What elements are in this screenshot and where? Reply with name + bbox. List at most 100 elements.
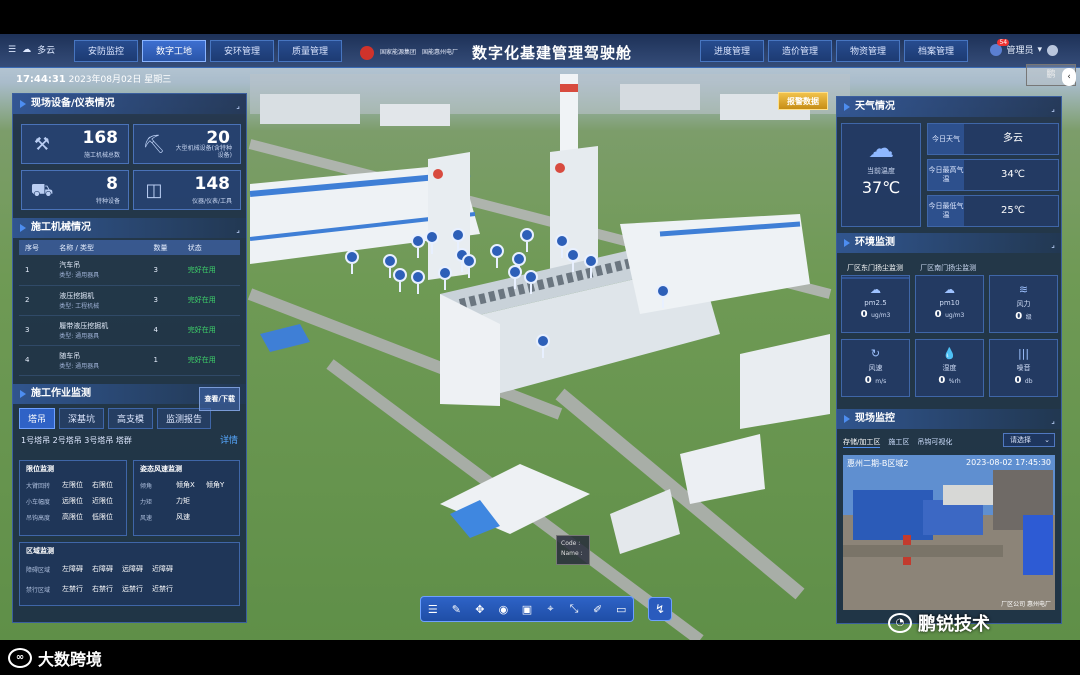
zone-val: 远障碍 xyxy=(122,565,143,573)
device-marker[interactable] xyxy=(411,270,425,294)
row-status: 完好在用 xyxy=(181,315,240,346)
org-group: 国家能源集团 xyxy=(380,48,417,56)
detail-link[interactable]: 详情 xyxy=(220,433,238,446)
settings-icon[interactable] xyxy=(1047,45,1058,56)
stat-instruments[interactable]: ◫ 148 仪器/仪表/工具 xyxy=(133,170,241,210)
env-value: 0 ug/m3 xyxy=(916,309,983,320)
zone-val: 远禁行 xyxy=(122,585,143,593)
user-menu[interactable]: 54 管理员 ▾ xyxy=(990,38,1042,56)
posture-key: 力矩 xyxy=(140,498,153,506)
letterbox-top xyxy=(0,0,1080,34)
tab-archive[interactable]: 档案管理 xyxy=(904,40,968,62)
measure-icon[interactable]: ⤡ xyxy=(565,602,583,616)
device-marker[interactable] xyxy=(566,248,580,272)
device-marker[interactable] xyxy=(536,334,550,358)
device-marker[interactable] xyxy=(462,254,476,278)
device-marker[interactable] xyxy=(383,254,397,278)
route-icon[interactable]: ↯ xyxy=(648,597,672,621)
device-marker[interactable] xyxy=(584,254,598,278)
posture-monitor-box: 姿态风速监测 倾角 倾角X 倾角Y 力矩 力矩 风速 风速 xyxy=(133,460,240,536)
tab-progress[interactable]: 进度管理 xyxy=(700,40,764,62)
notification-badge: 54 xyxy=(997,38,1010,46)
truck-icon: ⛟ xyxy=(30,180,54,201)
corner-icon: ⌟ xyxy=(1051,416,1055,425)
device-marker[interactable] xyxy=(411,234,425,258)
limit-val: 低限位 xyxy=(92,513,113,521)
tab-digital-site[interactable]: 数字工地 xyxy=(142,40,206,62)
tab-construction-area[interactable]: 施工区 xyxy=(888,437,909,448)
tab-cost[interactable]: 造价管理 xyxy=(768,40,832,62)
chevron-down-icon: ⌄ xyxy=(1044,436,1050,444)
crane-list-text[interactable]: 1号塔吊 2号塔吊 3号塔吊 塔群 xyxy=(21,436,132,445)
row-no: 4 xyxy=(19,345,54,376)
stat-large-equipment[interactable]: ⛏ 20 大型机械设备(含特种设备) xyxy=(133,124,241,164)
frame-icon[interactable]: ▣ xyxy=(518,603,536,616)
stat-machinery-total[interactable]: ⚒ 168 施工机械总数 xyxy=(21,124,129,164)
limit-key: 大臂回转 xyxy=(26,482,51,490)
device-marker[interactable] xyxy=(345,250,359,274)
device-marker[interactable] xyxy=(524,270,538,294)
device-marker[interactable] xyxy=(520,228,534,252)
limit-row: 吊钩高度 高限位 低限位 xyxy=(20,509,126,525)
tab-materials[interactable]: 物资管理 xyxy=(836,40,900,62)
tab-hook-visual[interactable]: 吊钩可视化 xyxy=(917,437,952,448)
device-marker[interactable] xyxy=(393,268,407,292)
user-name: 管理员 xyxy=(1006,46,1034,56)
tab-deep-pit[interactable]: 深基坑 xyxy=(59,408,105,429)
datetime: 17:44:31 2023年08月02日 星期三 xyxy=(16,72,171,85)
collapse-arrow-icon[interactable]: ‹ xyxy=(1062,68,1076,86)
gauge-icon: ◫ xyxy=(145,180,163,201)
table-row[interactable]: 2 液压挖掘机 类型: 工程机械 3 完好在用 xyxy=(19,285,240,316)
machine-type: 类型: 工程机械 xyxy=(59,302,100,310)
screen-icon[interactable]: ▭ xyxy=(612,603,630,616)
page-title: 数字化基建管理驾驶舱 xyxy=(472,44,633,62)
env-key: 风速 xyxy=(868,364,883,372)
monitor-title-text: 施工作业监测 xyxy=(31,388,91,399)
tab-quality[interactable]: 质量管理 xyxy=(278,40,342,62)
draw-icon[interactable]: ✐ xyxy=(589,603,607,616)
device-marker[interactable] xyxy=(656,284,670,308)
table-row[interactable]: 1 汽车吊 类型: 通用器具 3 完好在用 xyxy=(19,255,240,286)
view-icon[interactable]: ◉ xyxy=(494,603,512,616)
table-row[interactable]: 4 随车吊 类型: 通用器具 1 完好在用 xyxy=(19,345,240,376)
tab-safety-env[interactable]: 安环管理 xyxy=(210,40,274,62)
row-name: 履带液压挖掘机 类型: 通用器具 xyxy=(53,315,148,346)
device-marker[interactable] xyxy=(508,265,522,289)
tab-formwork[interactable]: 高支模 xyxy=(108,408,154,429)
device-marker[interactable] xyxy=(555,234,569,258)
company-logo-icon xyxy=(360,45,374,60)
tab-tower-crane[interactable]: 塔吊 xyxy=(19,408,56,429)
target-icon[interactable]: ⌖ xyxy=(542,602,560,616)
posture-key: 倾角 xyxy=(140,482,153,490)
tab-security-monitor[interactable]: 安防监控 xyxy=(74,40,138,62)
machine-type: 类型: 通用器具 xyxy=(59,362,100,370)
device-marker[interactable] xyxy=(451,228,465,252)
stat-special-equipment[interactable]: ⛟ 8 特种设备 xyxy=(21,170,129,210)
device-marker[interactable] xyxy=(425,230,439,254)
weather-val: 多云 xyxy=(1003,133,1023,144)
env-key: pm10 xyxy=(939,299,960,307)
chevron-down-icon: ▾ xyxy=(1037,44,1042,55)
view-download-button[interactable]: 查看/下载 xyxy=(199,387,240,411)
tab-storage-area[interactable]: 存储/加工区 xyxy=(843,437,881,448)
edit-icon[interactable]: ✎ xyxy=(447,603,465,616)
table-row[interactable]: 3 履带液压挖掘机 类型: 通用器具 4 完好在用 xyxy=(19,315,240,346)
menu-icon[interactable]: ☰ xyxy=(8,45,16,55)
machinery-title-text: 施工机械情况 xyxy=(31,222,91,233)
col-no: 序号 xyxy=(19,240,54,255)
move-icon[interactable]: ✥ xyxy=(471,603,489,616)
camera-select[interactable]: 请选择 ⌄ xyxy=(1003,433,1055,447)
device-marker[interactable] xyxy=(512,252,526,276)
row-status: 完好在用 xyxy=(181,345,240,376)
device-marker[interactable] xyxy=(490,244,504,268)
alarm-data-button[interactable]: 报警数据 xyxy=(778,92,828,110)
tooltip-code: Code : xyxy=(561,540,581,547)
tab-report[interactable]: 监测报告 xyxy=(157,408,212,429)
device-marker[interactable] xyxy=(438,266,452,290)
watermark-logo-icon: ∞ xyxy=(8,648,32,668)
camera-feed[interactable]: 惠州二期-B区域2 2023-08-02 17:45:30 厂区公司 惠州电厂 xyxy=(843,455,1055,610)
env-key: 风力 xyxy=(1016,300,1031,308)
zone-key: 障碍区域 xyxy=(26,566,51,574)
layers-icon[interactable]: ☰ xyxy=(424,603,442,616)
crane-list: 1号塔吊 2号塔吊 3号塔吊 塔群 详情 xyxy=(13,429,246,448)
